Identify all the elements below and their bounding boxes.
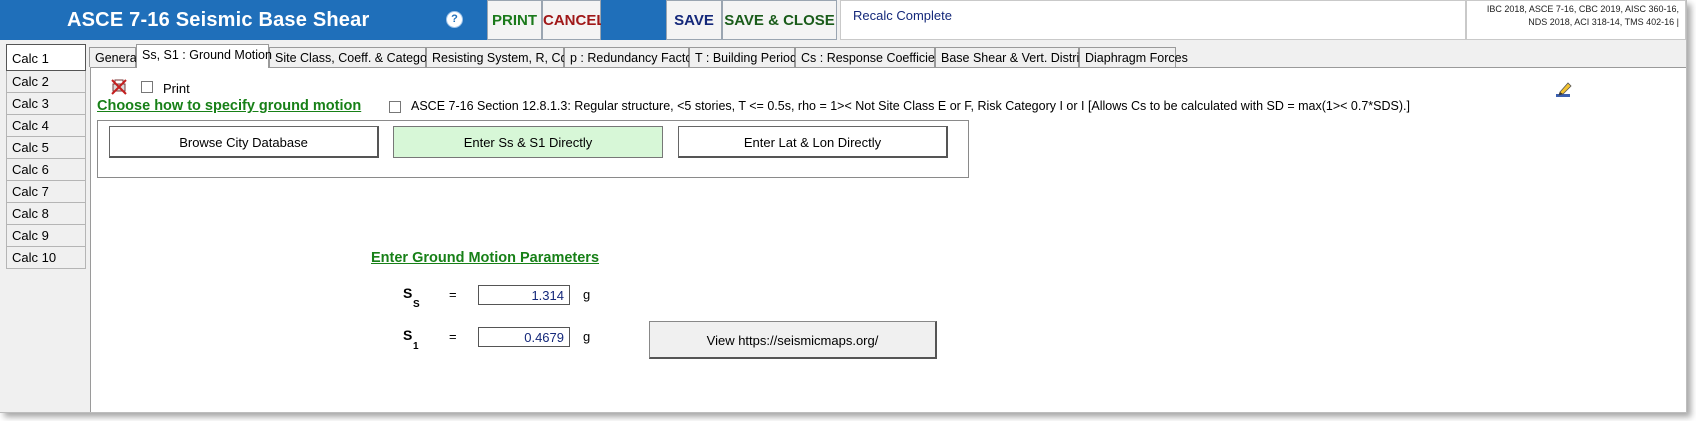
- app-title: ASCE 7-16 Seismic Base Shear: [67, 9, 370, 31]
- calc-item-7[interactable]: Calc 7: [6, 181, 86, 203]
- calc-item-1[interactable]: Calc 1: [6, 44, 86, 71]
- print-checkbox[interactable]: [141, 81, 153, 93]
- calc-item-8[interactable]: Calc 8: [6, 203, 86, 225]
- ss-input[interactable]: [478, 285, 570, 305]
- tab-7[interactable]: Cs : Response Coefficient: [795, 47, 945, 67]
- no-print-icon[interactable]: [111, 79, 127, 95]
- calc-item-3[interactable]: Calc 3: [6, 93, 86, 115]
- status-text: Recalc Complete: [853, 8, 952, 23]
- building-codes-text: IBC 2018, ASCE 7-16, CBC 2019, AISC 360-…: [1486, 4, 1679, 27]
- header-spacer: [601, 0, 666, 40]
- save-button[interactable]: SAVE: [666, 0, 722, 40]
- tab-6[interactable]: T : Building Period: [689, 47, 797, 67]
- tab-3[interactable]: Site Class, Coeff. & Category: [269, 47, 437, 67]
- cancel-button[interactable]: CANCEL: [542, 0, 606, 40]
- tab-2[interactable]: Ss, S1 : Ground Motion: [136, 44, 272, 68]
- app-window: ASCE 7-16 Seismic Base Shear ? PRINT CAN…: [0, 0, 1687, 413]
- s1-input[interactable]: [478, 327, 570, 347]
- ground-motion-parameters-heading: Enter Ground Motion Parameters: [371, 250, 600, 266]
- s1-subscript: 1: [413, 341, 419, 352]
- choose-ground-motion-heading: Choose how to specify ground motion: [97, 98, 362, 114]
- calc-item-6[interactable]: Calc 6: [6, 159, 86, 181]
- codes-box: IBC 2018, ASCE 7-16, CBC 2019, AISC 360-…: [1466, 0, 1686, 40]
- calc-list: Calc 1 Calc 2 Calc 3 Calc 4 Calc 5 Calc 6 Calc…: [6, 44, 86, 269]
- calc-item-10[interactable]: Calc 10: [6, 247, 86, 269]
- status-box: Recalc Complete: [840, 0, 1466, 40]
- tab-4[interactable]: Resisting System, R, Cd: [426, 47, 567, 67]
- tab-9[interactable]: Diaphragm Forces: [1079, 47, 1188, 67]
- save-and-close-button[interactable]: SAVE & CLOSE: [722, 0, 837, 40]
- s1-symbol: S: [403, 327, 413, 343]
- asce-12813-checkbox[interactable]: [389, 101, 401, 113]
- title-bar: ASCE 7-16 Seismic Base Shear ?: [0, 0, 487, 40]
- ground-motion-method-group: Browse City Database Enter Ss & S1 Direc…: [97, 120, 969, 178]
- s1-unit: g: [583, 329, 591, 344]
- calc-item-4[interactable]: Calc 4: [6, 115, 86, 137]
- ground-motion-panel: Print Choose how to specify ground motio…: [90, 67, 1686, 412]
- calc-item-2[interactable]: Calc 2: [6, 71, 86, 93]
- browse-city-database-button[interactable]: Browse City Database: [109, 126, 379, 158]
- s1-equals: =: [449, 329, 457, 344]
- tab-8[interactable]: Base Shear & Vert. Distrib.: [935, 47, 1090, 67]
- tab-1[interactable]: General: [89, 47, 139, 67]
- enter-lat-lon-button[interactable]: Enter Lat & Lon Directly: [678, 126, 948, 158]
- print-checkbox-label: Print: [163, 81, 190, 96]
- print-button[interactable]: PRINT: [487, 0, 542, 40]
- enter-ss-s1-directly-button[interactable]: Enter Ss & S1 Directly: [393, 126, 663, 158]
- view-seismic-maps-button[interactable]: View https://seismicmaps.org/: [649, 321, 937, 359]
- ss-subscript: S: [413, 299, 420, 310]
- tab-5[interactable]: p : Redundancy Factor: [564, 47, 696, 67]
- ss-equals: =: [449, 287, 457, 302]
- help-icon[interactable]: ?: [446, 11, 463, 28]
- ss-symbol: S: [403, 285, 413, 301]
- edit-pencil-icon[interactable]: [1555, 80, 1573, 98]
- ss-unit: g: [583, 287, 591, 302]
- calc-item-9[interactable]: Calc 9: [6, 225, 86, 247]
- asce-12813-label: ASCE 7-16 Section 12.8.1.3: Regular stru…: [411, 99, 1410, 113]
- calc-item-5[interactable]: Calc 5: [6, 137, 86, 159]
